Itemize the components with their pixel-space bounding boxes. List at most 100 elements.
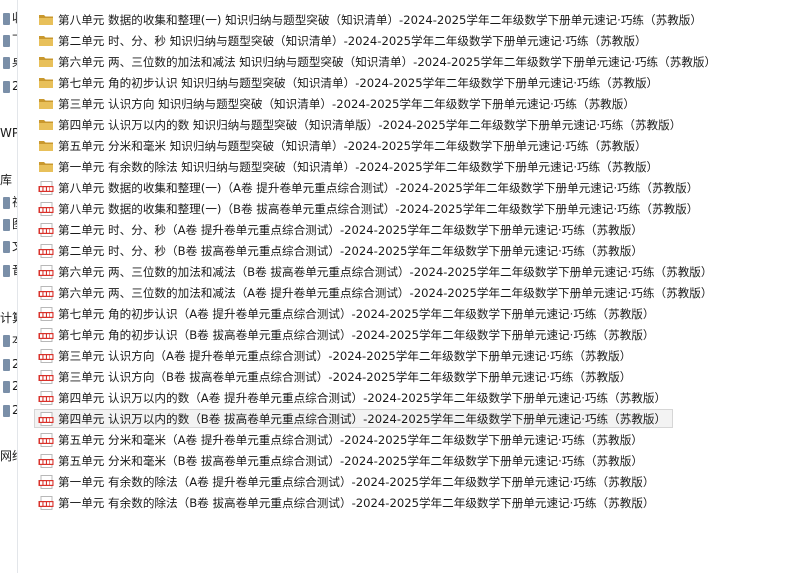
pdf-file-item[interactable]: 第四单元 认识万以内的数（B卷 拔高卷单元重点综合测试）-2024-2025学年…: [34, 409, 674, 428]
file-name: 第一单元 有余数的除法（A卷 提升卷单元重点综合测试）-2024-2025学年二…: [58, 475, 655, 489]
pdf-file-icon: [38, 264, 54, 279]
pdf-file-icon: [38, 180, 54, 195]
pdf-file-icon: [38, 306, 54, 321]
pdf-file-item[interactable]: 第七单元 角的初步认识（B卷 拔高卷单元重点综合测试）-2024-2025学年二…: [34, 325, 662, 344]
nav-item[interactable]: 桌: [3, 52, 17, 72]
pdf-file-icon: [38, 348, 54, 363]
nav-item[interactable]: 视: [3, 192, 17, 212]
pdf-file-item[interactable]: 第一单元 有余数的除法（B卷 拔高卷单元重点综合测试）-2024-2025学年二…: [34, 493, 662, 512]
folder-item[interactable]: 第六单元 两、三位数的加法和减法 知识归纳与题型突破（知识清单）-2024-20…: [34, 52, 723, 71]
file-name: 第五单元 分米和毫米（A卷 提升卷单元重点综合测试）-2024-2025学年二年…: [58, 433, 643, 447]
folder-item[interactable]: 第一单元 有余数的除法 知识归纳与题型突破（知识清单）-2024-2025学年二…: [34, 157, 665, 176]
drive-icon: [3, 404, 10, 417]
pdf-file-icon: [38, 201, 54, 216]
file-name: 第二单元 时、分、秒（B卷 拔高卷单元重点综合测试）-2024-2025学年二年…: [58, 244, 643, 258]
music-icon: [3, 264, 10, 277]
nav-item-label: WPS: [0, 126, 17, 140]
folder-icon: [39, 120, 53, 130]
pdf-file-item[interactable]: 第五单元 分米和毫米（B卷 拔高卷单元重点综合测试）-2024-2025学年二年…: [34, 451, 650, 470]
nav-item[interactable]: 2: [3, 76, 17, 96]
pdf-file-icon: [38, 285, 54, 300]
file-name: 第八单元 数据的收集和整理(一)（B卷 拔高卷单元重点综合测试）-2024-20…: [58, 202, 699, 216]
pdf-file-item[interactable]: 第七单元 角的初步认识（A卷 提升卷单元重点综合测试）-2024-2025学年二…: [34, 304, 662, 323]
file-name: 第八单元 数据的收集和整理(一)（A卷 提升卷单元重点综合测试）-2024-20…: [58, 181, 699, 195]
nav-item-label: 计算: [0, 311, 17, 325]
drive-icon: [3, 358, 10, 371]
folder-icon: [39, 141, 53, 151]
folder-item[interactable]: 第五单元 分米和毫米 知识归纳与题型突破（知识清单）-2024-2025学年二年…: [34, 136, 654, 155]
file-name: 第四单元 认识万以内的数 知识归纳与题型突破（知识清单版）-2024-2025学…: [58, 118, 682, 132]
document-icon: [3, 240, 10, 253]
pdf-file-item[interactable]: 第四单元 认识万以内的数（A卷 提升卷单元重点综合测试）-2024-2025学年…: [34, 388, 673, 407]
pdf-file-item[interactable]: 第六单元 两、三位数的加法和减法（A卷 提升卷单元重点综合测试）-2024-20…: [34, 283, 719, 302]
pdf-file-item[interactable]: 第八单元 数据的收集和整理(一)（B卷 拔高卷单元重点综合测试）-2024-20…: [34, 199, 705, 218]
nav-item[interactable]: 库: [0, 170, 12, 190]
video-icon: [3, 196, 10, 209]
pdf-file-item[interactable]: 第二单元 时、分、秒（B卷 拔高卷单元重点综合测试）-2024-2025学年二年…: [34, 241, 650, 260]
pdf-file-icon: [38, 495, 54, 510]
drive-icon: [3, 334, 10, 347]
pdf-file-item[interactable]: 第三单元 认识方向（A卷 提升卷单元重点综合测试）-2024-2025学年二年级…: [34, 346, 638, 365]
star-icon: [3, 12, 10, 25]
nav-item[interactable]: 网络: [0, 446, 17, 466]
pdf-file-item[interactable]: 第一单元 有余数的除法（A卷 提升卷单元重点综合测试）-2024-2025学年二…: [34, 472, 662, 491]
pdf-file-icon: [38, 390, 54, 405]
folder-item[interactable]: 第八单元 数据的收集和整理(一) 知识归纳与题型突破（知识清单）-2024-20…: [34, 10, 709, 29]
pdf-file-icon: [38, 222, 54, 237]
file-name: 第四单元 认识万以内的数（A卷 提升卷单元重点综合测试）-2024-2025学年…: [58, 391, 667, 405]
pane-divider[interactable]: [17, 0, 18, 573]
nav-item[interactable]: 2: [3, 354, 17, 374]
pdf-file-item[interactable]: 第五单元 分米和毫米（A卷 提升卷单元重点综合测试）-2024-2025学年二年…: [34, 430, 650, 449]
folder-icon: [39, 57, 53, 67]
file-name: 第三单元 认识方向（A卷 提升卷单元重点综合测试）-2024-2025学年二年级…: [58, 349, 632, 363]
pdf-file-icon: [38, 453, 54, 468]
pdf-file-item[interactable]: 第三单元 认识方向（B卷 拔高卷单元重点综合测试）-2024-2025学年二年级…: [34, 367, 638, 386]
pdf-file-item[interactable]: 第八单元 数据的收集和整理(一)（A卷 提升卷单元重点综合测试）-2024-20…: [34, 178, 705, 197]
nav-item[interactable]: 2: [3, 400, 17, 420]
folder-icon: [39, 78, 53, 88]
folder-icon: [39, 15, 53, 25]
file-name: 第七单元 角的初步认识（B卷 拔高卷单元重点综合测试）-2024-2025学年二…: [58, 328, 655, 342]
nav-item[interactable]: WPS: [0, 123, 17, 143]
file-name: 第三单元 认识方向（B卷 拔高卷单元重点综合测试）-2024-2025学年二年级…: [58, 370, 632, 384]
file-name: 第六单元 两、三位数的加法和减法 知识归纳与题型突破（知识清单）-2024-20…: [58, 55, 717, 69]
pdf-file-icon: [38, 432, 54, 447]
navigation-pane: 收藏下桌2WPS库视图文音计算本222网络: [0, 0, 17, 573]
file-name: 第一单元 有余数的除法 知识归纳与题型突破（知识清单）-2024-2025学年二…: [58, 160, 659, 174]
file-name: 第二单元 时、分、秒（A卷 提升卷单元重点综合测试）-2024-2025学年二年…: [58, 223, 643, 237]
nav-item-label: 库: [0, 173, 13, 187]
folder-icon: [39, 99, 53, 109]
file-name: 第七单元 角的初步认识（A卷 提升卷单元重点综合测试）-2024-2025学年二…: [58, 307, 655, 321]
pdf-file-item[interactable]: 第二单元 时、分、秒（A卷 提升卷单元重点综合测试）-2024-2025学年二年…: [34, 220, 650, 239]
pdf-file-icon: [38, 243, 54, 258]
folder-item[interactable]: 第三单元 认识方向 知识归纳与题型突破（知识清单）-2024-2025学年二年级…: [34, 94, 642, 113]
pdf-file-icon: [38, 327, 54, 342]
file-name: 第五单元 分米和毫米（B卷 拔高卷单元重点综合测试）-2024-2025学年二年…: [58, 454, 643, 468]
nav-item[interactable]: 本: [3, 330, 17, 350]
desktop-icon: [3, 56, 10, 69]
file-name: 第六单元 两、三位数的加法和减法（B卷 拔高卷单元重点综合测试）-2024-20…: [58, 265, 713, 279]
nav-item-label: 网络: [0, 449, 17, 463]
file-name: 第三单元 认识方向 知识归纳与题型突破（知识清单）-2024-2025学年二年级…: [58, 97, 635, 111]
file-name: 第七单元 角的初步认识 知识归纳与题型突破（知识清单）-2024-2025学年二…: [58, 76, 659, 90]
file-name: 第四单元 认识万以内的数（B卷 拔高卷单元重点综合测试）-2024-2025学年…: [58, 412, 667, 426]
folder-item[interactable]: 第四单元 认识万以内的数 知识归纳与题型突破（知识清单版）-2024-2025学…: [34, 115, 688, 134]
folder-item[interactable]: 第二单元 时、分、秒 知识归纳与题型突破（知识清单）-2024-2025学年二年…: [34, 31, 654, 50]
folder-icon: [39, 162, 53, 172]
pdf-file-item[interactable]: 第六单元 两、三位数的加法和减法（B卷 拔高卷单元重点综合测试）-2024-20…: [34, 262, 720, 281]
file-name: 第二单元 时、分、秒 知识归纳与题型突破（知识清单）-2024-2025学年二年…: [58, 34, 647, 48]
pdf-file-icon: [38, 411, 54, 426]
nav-item[interactable]: 收藏: [3, 8, 17, 28]
download-icon: [3, 34, 10, 47]
nav-item[interactable]: 计算: [0, 308, 17, 328]
nav-item[interactable]: 2: [3, 376, 17, 396]
pdf-file-icon: [38, 474, 54, 489]
nav-item[interactable]: 文: [3, 236, 17, 256]
nav-item[interactable]: 音: [3, 260, 17, 280]
file-list: 第八单元 数据的收集和整理(一) 知识归纳与题型突破（知识清单）-2024-20…: [34, 10, 774, 514]
nav-item[interactable]: 下: [3, 30, 17, 50]
file-name: 第一单元 有余数的除法（B卷 拔高卷单元重点综合测试）-2024-2025学年二…: [58, 496, 655, 510]
picture-icon: [3, 218, 10, 231]
folder-item[interactable]: 第七单元 角的初步认识 知识归纳与题型突破（知识清单）-2024-2025学年二…: [34, 73, 665, 92]
nav-item[interactable]: 图: [3, 214, 17, 234]
